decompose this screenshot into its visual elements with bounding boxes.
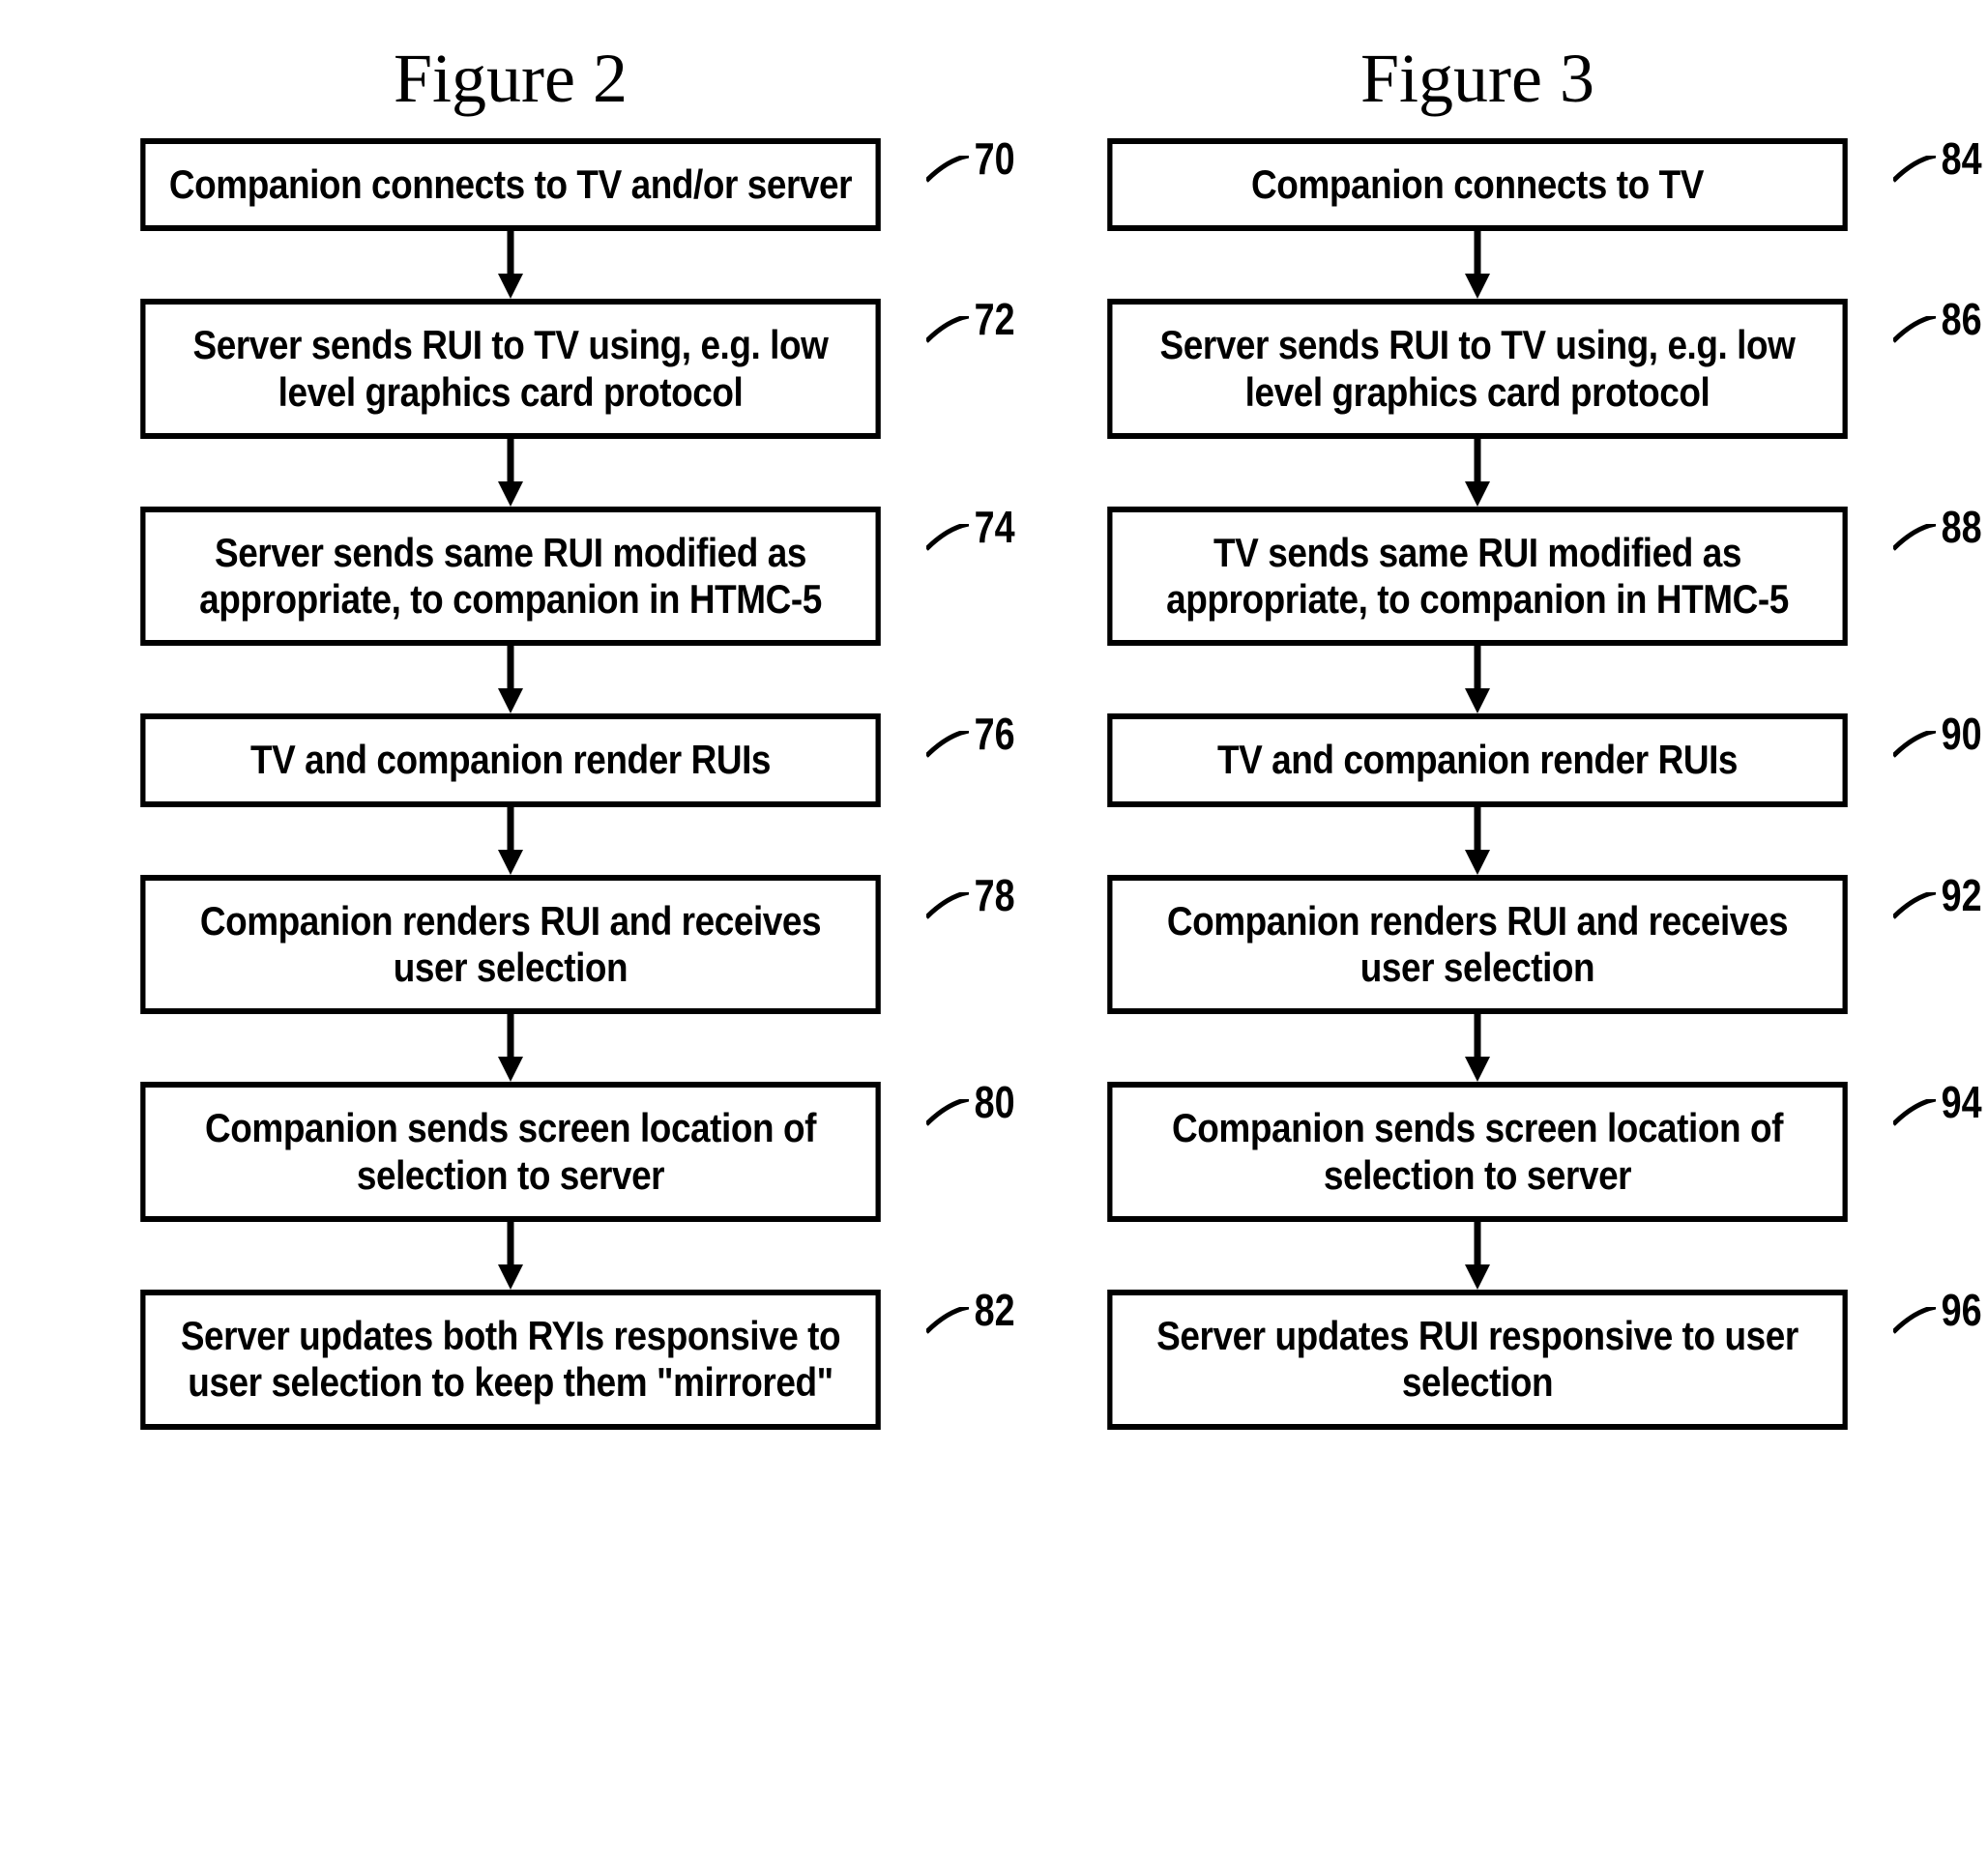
flow-step: Companion connects to TV84 bbox=[1013, 138, 1942, 231]
down-arrow-icon bbox=[1463, 646, 1492, 713]
reference-number: 96 bbox=[1941, 1284, 1981, 1336]
flow-step: Companion sends screen location of selec… bbox=[46, 1082, 975, 1222]
figure-title: Figure 2 bbox=[394, 39, 628, 119]
reference-number: 82 bbox=[974, 1284, 1014, 1336]
down-arrow-icon bbox=[496, 1014, 525, 1082]
down-arrow-icon bbox=[496, 439, 525, 507]
leader-line bbox=[1893, 731, 1936, 760]
flow-step: Server sends RUI to TV using, e.g. low l… bbox=[46, 299, 975, 439]
reference-number: 70 bbox=[974, 132, 1014, 185]
flow-box: Companion sends screen location of selec… bbox=[1107, 1082, 1848, 1222]
flow-step: TV sends same RUI modified as appropriat… bbox=[1013, 507, 1942, 647]
flow-box: Server updates RUI responsive to user se… bbox=[1107, 1290, 1848, 1430]
leader-line bbox=[926, 731, 969, 760]
leader-line bbox=[926, 1307, 969, 1336]
diagram-container: Figure 2 Companion connects to TV and/or … bbox=[29, 39, 1959, 1430]
leader-line bbox=[1893, 316, 1936, 345]
reference-number: 92 bbox=[1941, 869, 1981, 921]
down-arrow-icon bbox=[1463, 231, 1492, 299]
down-arrow-icon bbox=[1463, 439, 1492, 507]
reference-number: 72 bbox=[974, 293, 1014, 345]
flow-box: Companion sends screen location of selec… bbox=[140, 1082, 881, 1222]
down-arrow-icon bbox=[496, 646, 525, 713]
flow-step: Server sends same RUI modified as approp… bbox=[46, 507, 975, 647]
reference-number: 74 bbox=[974, 501, 1014, 553]
flow-box: Server updates both RYIs responsive to u… bbox=[140, 1290, 881, 1430]
leader-line bbox=[1893, 1307, 1936, 1336]
leader-line bbox=[1893, 524, 1936, 553]
reference-number: 78 bbox=[974, 869, 1014, 921]
leader-line bbox=[926, 156, 969, 185]
flow-step: Server updates RUI responsive to user se… bbox=[1013, 1290, 1942, 1430]
leader-line bbox=[926, 892, 969, 921]
figure-title: Figure 3 bbox=[1360, 39, 1594, 119]
leader-line bbox=[1893, 892, 1936, 921]
down-arrow-icon bbox=[1463, 1222, 1492, 1290]
reference-number: 86 bbox=[1941, 293, 1981, 345]
flow-step: Companion renders RUI and receives user … bbox=[1013, 875, 1942, 1015]
down-arrow-icon bbox=[1463, 807, 1492, 875]
flow-box: Companion connects to TV bbox=[1107, 138, 1848, 231]
down-arrow-icon bbox=[1463, 1014, 1492, 1082]
reference-number: 84 bbox=[1941, 132, 1981, 185]
flow-box: Server sends same RUI modified as approp… bbox=[140, 507, 881, 647]
flow-box: Companion renders RUI and receives user … bbox=[140, 875, 881, 1015]
down-arrow-icon bbox=[496, 231, 525, 299]
flow-step: Companion renders RUI and receives user … bbox=[46, 875, 975, 1015]
flow-box: Companion renders RUI and receives user … bbox=[1107, 875, 1848, 1015]
flow-box: Companion connects to TV and/or server bbox=[140, 138, 881, 231]
flow-box: TV and companion render RUIs bbox=[1107, 713, 1848, 806]
reference-number: 80 bbox=[974, 1076, 1014, 1128]
flow-step: Companion sends screen location of selec… bbox=[1013, 1082, 1942, 1222]
flow-box: TV sends same RUI modified as appropriat… bbox=[1107, 507, 1848, 647]
leader-line bbox=[1893, 1099, 1936, 1128]
leader-line bbox=[926, 1099, 969, 1128]
flow-step: Companion connects to TV and/or server70 bbox=[46, 138, 975, 231]
flowchart: Figure 2 Companion connects to TV and/or … bbox=[46, 39, 975, 1430]
flow-box: TV and companion render RUIs bbox=[140, 713, 881, 806]
reference-number: 94 bbox=[1941, 1076, 1981, 1128]
reference-number: 76 bbox=[974, 708, 1014, 760]
flowchart: Figure 3 Companion connects to TV84 Server… bbox=[1013, 39, 1942, 1430]
reference-number: 88 bbox=[1941, 501, 1981, 553]
flow-step: Server sends RUI to TV using, e.g. low l… bbox=[1013, 299, 1942, 439]
leader-line bbox=[926, 316, 969, 345]
reference-number: 90 bbox=[1941, 708, 1981, 760]
down-arrow-icon bbox=[496, 1222, 525, 1290]
flow-step: TV and companion render RUIs90 bbox=[1013, 713, 1942, 806]
down-arrow-icon bbox=[496, 807, 525, 875]
leader-line bbox=[926, 524, 969, 553]
flow-step: TV and companion render RUIs76 bbox=[46, 713, 975, 806]
flow-step: Server updates both RYIs responsive to u… bbox=[46, 1290, 975, 1430]
flow-box: Server sends RUI to TV using, e.g. low l… bbox=[140, 299, 881, 439]
leader-line bbox=[1893, 156, 1936, 185]
flow-box: Server sends RUI to TV using, e.g. low l… bbox=[1107, 299, 1848, 439]
